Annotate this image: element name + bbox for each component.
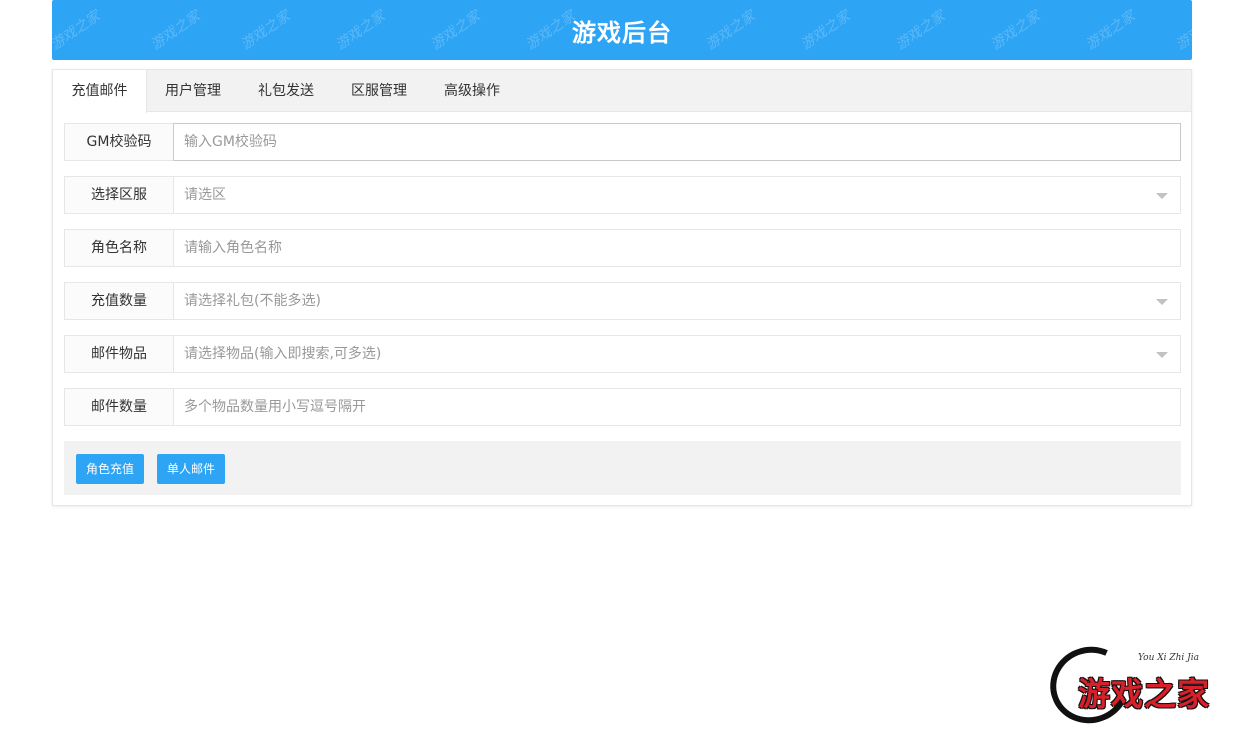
app-header: 游戏之家 游戏之家 游戏之家 游戏之家 游戏之家 游戏之家 游戏之家 游戏之家 … <box>52 0 1192 60</box>
mail-items-select[interactable]: 请选择物品(输入即搜索,可多选) <box>173 335 1181 373</box>
chevron-down-icon <box>1156 352 1168 358</box>
recharge-amount-row: 充值数量 请选择礼包(不能多选) <box>64 282 1181 320</box>
role-name-row: 角色名称 <box>64 229 1181 267</box>
chevron-down-icon <box>1156 299 1168 305</box>
server-row: 选择区服 请选区 <box>64 176 1181 214</box>
site-logo: You Xi Zhi Jia 游戏之家 <box>1039 635 1235 735</box>
tab-recharge-mail[interactable]: 充值邮件 <box>53 70 147 113</box>
tab-server-management[interactable]: 区服管理 <box>339 70 419 112</box>
tab-user-management[interactable]: 用户管理 <box>153 70 233 112</box>
tab-advanced[interactable]: 高级操作 <box>432 70 512 112</box>
mail-items-placeholder: 请选择物品(输入即搜索,可多选) <box>184 346 382 362</box>
recharge-amount-label: 充值数量 <box>64 282 174 320</box>
tab-bar: 充值邮件 用户管理 礼包发送 区服管理 高级操作 <box>53 70 1191 113</box>
mail-quantity-label: 邮件数量 <box>64 388 174 426</box>
mail-quantity-row: 邮件数量 <box>64 388 1181 426</box>
chevron-down-icon <box>1156 193 1168 199</box>
action-bar: 角色充值 单人邮件 <box>64 441 1181 495</box>
server-placeholder: 请选区 <box>184 187 226 203</box>
recharge-amount-placeholder: 请选择礼包(不能多选) <box>184 293 321 309</box>
recharge-amount-select[interactable]: 请选择礼包(不能多选) <box>173 282 1181 320</box>
gm-code-row: GM校验码 <box>64 123 1181 161</box>
gm-code-label: GM校验码 <box>64 123 174 161</box>
mail-items-label: 邮件物品 <box>64 335 174 373</box>
logo-text: 游戏之家 <box>1078 675 1211 713</box>
server-select[interactable]: 请选区 <box>173 176 1181 214</box>
role-name-input[interactable] <box>173 229 1181 267</box>
tab-gift-send[interactable]: 礼包发送 <box>246 70 326 112</box>
role-recharge-button[interactable]: 角色充值 <box>76 454 144 484</box>
main-panel: 充值邮件 用户管理 礼包发送 区服管理 高级操作 GM校验码 选择区服 请选区 … <box>52 69 1192 506</box>
mail-items-row: 邮件物品 请选择物品(输入即搜索,可多选) <box>64 335 1181 373</box>
gm-code-input[interactable] <box>173 123 1181 161</box>
logo-subtitle: You Xi Zhi Jia <box>1138 653 1200 663</box>
page-title: 游戏后台 <box>572 19 672 47</box>
server-label: 选择区服 <box>64 176 174 214</box>
role-name-label: 角色名称 <box>64 229 174 267</box>
single-mail-button[interactable]: 单人邮件 <box>157 454 225 484</box>
mail-quantity-input[interactable] <box>173 388 1181 426</box>
